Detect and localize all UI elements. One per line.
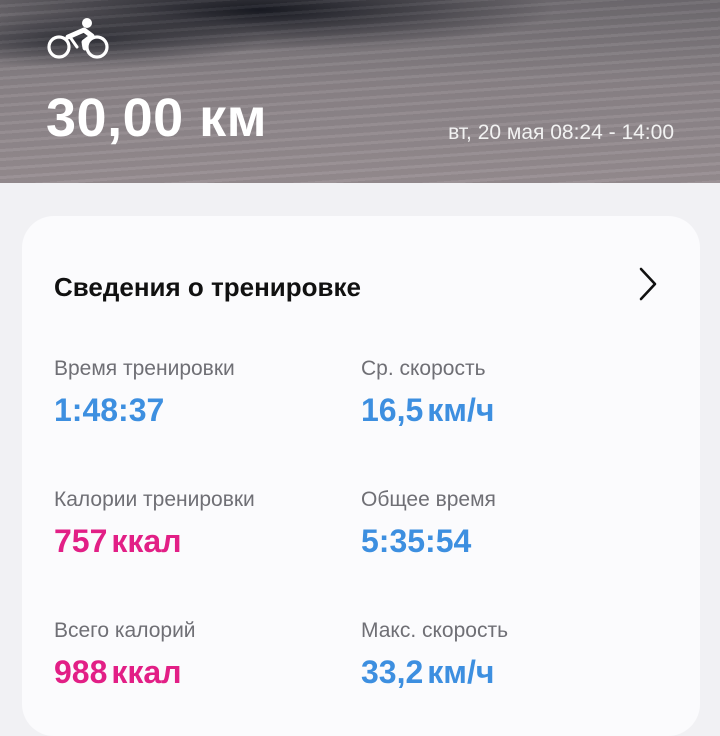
stat-value: 5:35:54 <box>361 521 496 561</box>
stat-number: 757 <box>54 523 108 559</box>
stat-number: 988 <box>54 654 108 690</box>
workout-header: 30,00 км вт, 20 мая 08:24 - 14:00 <box>0 0 720 183</box>
distance-value: 30,00 км <box>46 88 268 148</box>
stat-unit: км/ч <box>427 654 495 690</box>
stat-value: 988 ккал <box>54 652 196 692</box>
stat-unit: км/ч <box>427 392 495 428</box>
workout-date-range: вт, 20 мая 08:24 - 14:00 <box>448 121 674 144</box>
stat-workout-time: Время тренировки 1:48:37 <box>54 356 235 430</box>
stat-label: Время тренировки <box>54 357 235 380</box>
stat-unit: ккал <box>111 523 182 559</box>
stat-label: Общее время <box>361 488 496 511</box>
stat-label: Всего калорий <box>54 619 196 642</box>
stat-label: Ср. скорость <box>361 357 486 380</box>
workout-details-header[interactable]: Сведения о тренировке <box>54 262 668 310</box>
chevron-right-icon[interactable] <box>638 266 658 302</box>
stat-value: 757 ккал <box>54 521 255 561</box>
stat-total-time: Общее время 5:35:54 <box>361 487 496 561</box>
workout-details-card: Сведения о тренировке Время тренировки 1… <box>22 216 700 736</box>
stat-value: 16,5 км/ч <box>361 390 494 430</box>
stat-total-calories: Всего калорий 988 ккал <box>54 618 196 692</box>
stat-unit: ккал <box>111 654 182 690</box>
stat-number: 33,2 <box>361 654 424 690</box>
stat-value: 33,2 км/ч <box>361 652 508 692</box>
stat-workout-calories: Калории тренировки 757 ккал <box>54 487 255 561</box>
stat-number: 5:35:54 <box>361 523 472 559</box>
stat-value: 1:48:37 <box>54 390 235 430</box>
cycling-icon <box>47 18 109 59</box>
card-title: Сведения о тренировке <box>54 272 362 302</box>
stat-max-speed: Макс. скорость 33,2 км/ч <box>361 618 508 692</box>
stat-label: Калории тренировки <box>54 488 255 511</box>
stat-number: 1:48:37 <box>54 392 165 428</box>
stat-label: Макс. скорость <box>361 619 509 642</box>
stat-number: 16,5 <box>361 392 424 428</box>
stat-avg-speed: Ср. скорость 16,5 км/ч <box>361 356 494 430</box>
